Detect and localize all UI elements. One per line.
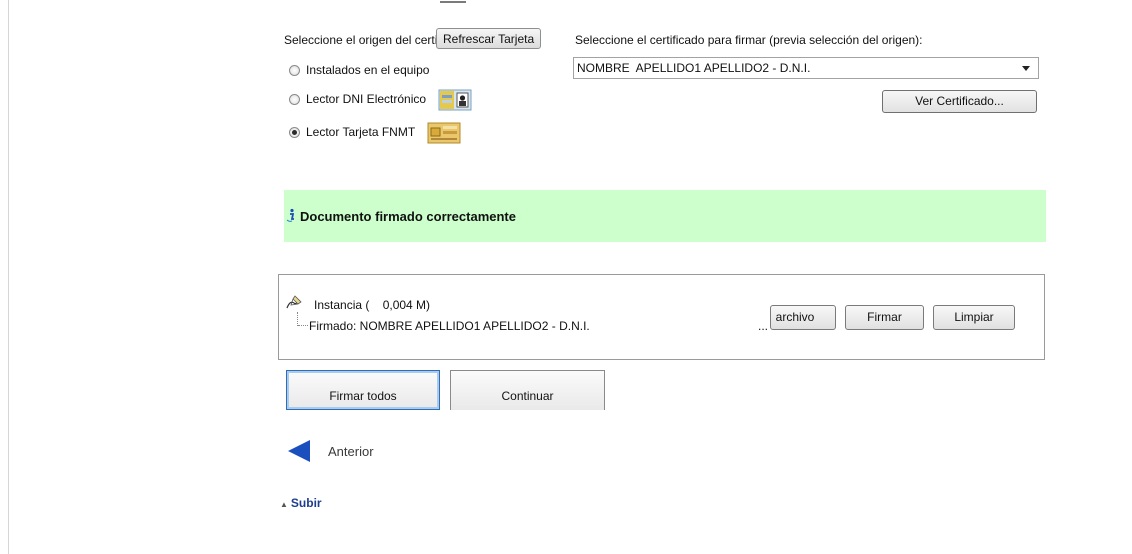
document-panel [278,274,1045,360]
tree-connector [298,325,308,327]
radio-installed[interactable] [289,64,300,76]
origin-option-fnmt[interactable]: Lector Tarjeta FNMT [289,122,461,144]
origin-option-label: Lector DNI Electrónico [306,92,427,106]
status-message: Documento firmado correctamente [300,209,516,224]
back-arrow-icon[interactable] [288,440,310,462]
sign-all-button[interactable]: Firmar todos [286,370,440,410]
document-name: Instancia ( 0,004 M) [314,298,431,312]
origin-option-installed[interactable]: Instalados en el equipo [289,63,429,77]
chevron-down-icon[interactable] [1022,66,1030,71]
choose-file-button[interactable]: archivo [770,305,836,330]
view-certificate-button[interactable]: Ver Certificado... [882,90,1037,113]
tree-connector [297,312,299,326]
sign-button[interactable]: Firmar [845,305,924,330]
origin-option-label: Lector Tarjeta FNMT [306,125,416,139]
dni-card-icon [438,89,472,111]
fnmt-card-icon [427,122,461,144]
certificate-label: Seleccione el certificado para firmar (p… [575,33,923,47]
back-to-top-label: Subir [290,496,322,510]
page-left-border [8,0,9,554]
continue-button[interactable]: Continuar [450,370,605,410]
back-to-top-link[interactable]: ▲ Subir [280,496,322,510]
clear-button[interactable]: Limpiar [933,305,1015,330]
origin-option-label: Instalados en el equipo [306,63,430,77]
certificate-selected-value: NOMBRE APELLIDO1 APELLIDO2 - D.N.I. [577,61,811,75]
signature-pen-icon [285,293,303,311]
cut-off-text-fragment [440,0,466,4]
origin-option-dni[interactable]: Lector DNI Electrónico [289,89,472,111]
refresh-card-button[interactable]: Refrescar Tarjeta [436,28,542,49]
choose-file-label: archivo [775,310,815,324]
certificate-select[interactable]: NOMBRE APELLIDO1 APELLIDO2 - D.N.I. [573,57,1039,79]
radio-dni[interactable] [289,93,300,105]
document-signer: Firmado: NOMBRE APELLIDO1 APELLIDO2 - D.… [309,319,590,333]
radio-fnmt[interactable] [289,126,300,138]
info-icon [286,208,297,222]
ellipsis-text: ... [758,319,769,333]
caret-up-icon: ▲ [280,500,288,509]
previous-link[interactable]: Anterior [328,444,374,459]
